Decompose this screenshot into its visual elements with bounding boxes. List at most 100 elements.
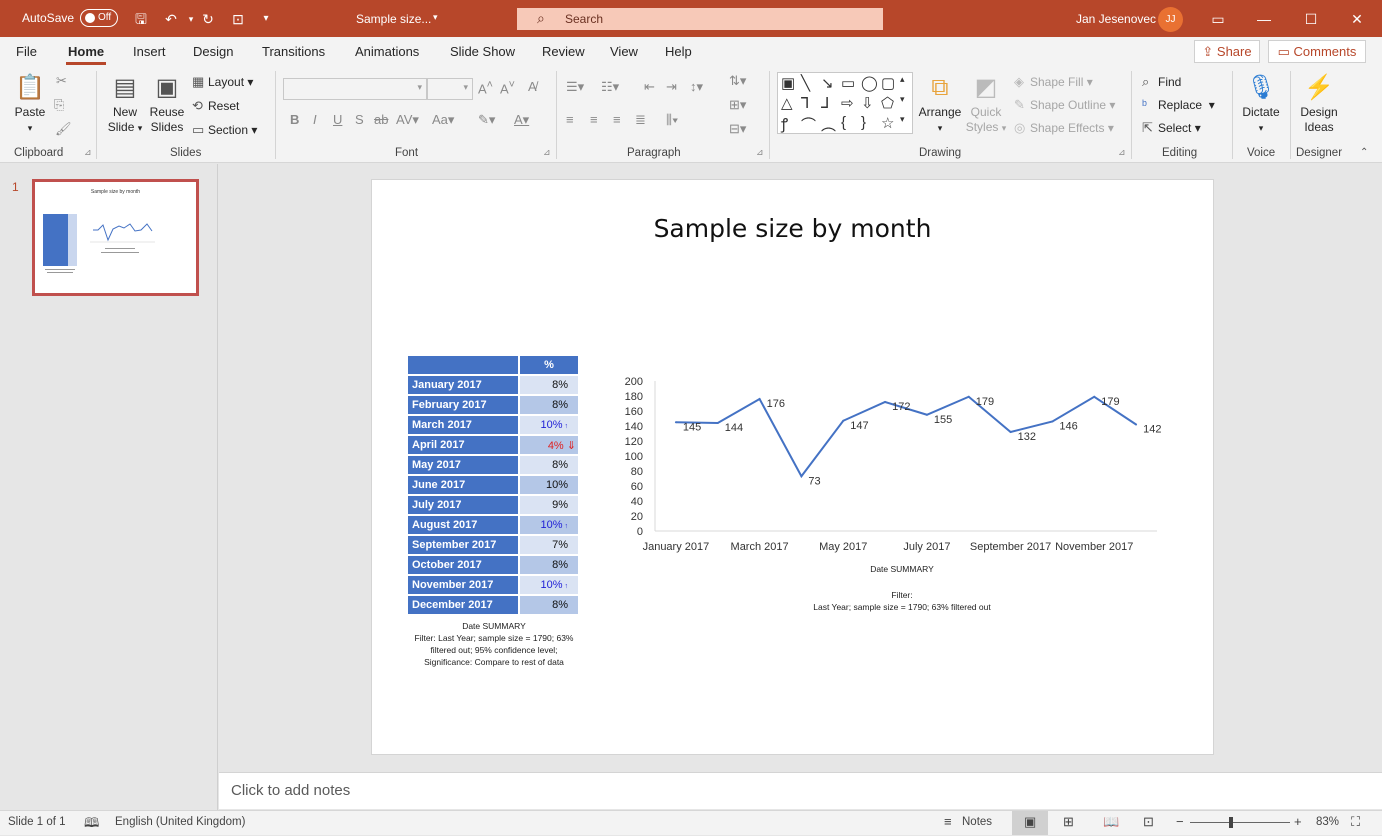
shapes-gallery[interactable]: ▣ ╲ ↘ ▭ ◯ ▢ △ ⅂ ⅃ ⇨ ⇩ ⬠ ꝭ ⌒ ︵ { } ☆ ▴ ▾ …: [777, 72, 913, 134]
spelling-icon[interactable]: 🕮: [84, 814, 99, 836]
summary-table[interactable]: % January 2017 8% February 2017 8% March 201…: [408, 354, 578, 616]
reuse-slides-button[interactable]: ▣ Reuse Slides: [148, 73, 186, 135]
gallery-up-icon[interactable]: ▴: [900, 74, 905, 85]
paragraph-launcher-icon[interactable]: ⊿: [756, 147, 764, 158]
decrease-font-icon[interactable]: A˅: [500, 79, 515, 96]
gallery-more-icon[interactable]: ▾: [900, 114, 905, 125]
save-icon[interactable]: 🖫: [131, 9, 151, 29]
cut-icon[interactable]: ✂: [56, 73, 67, 89]
brace-left-shape-icon[interactable]: {: [841, 114, 846, 131]
replace-button[interactable]: ᵇ Replace ▾: [1142, 97, 1215, 112]
undo-icon[interactable]: ↶: [161, 9, 181, 29]
tab-home[interactable]: Home: [68, 44, 104, 59]
tab-transitions[interactable]: Transitions: [262, 44, 325, 59]
smartart-icon[interactable]: ⊟▾: [729, 121, 746, 137]
brace-right-shape-icon[interactable]: }: [861, 114, 866, 131]
arrow-line-shape-icon[interactable]: ↘: [821, 74, 834, 92]
justify-icon[interactable]: ≣: [635, 112, 646, 128]
right-arrow-shape-icon[interactable]: ⇨: [841, 94, 854, 112]
rectangle-shape-icon[interactable]: ▭: [841, 74, 855, 92]
shape-effects-button[interactable]: ◎ Shape Effects ▾: [1014, 120, 1114, 136]
font-name-combo[interactable]: ▾: [283, 78, 427, 100]
drawing-launcher-icon[interactable]: ⊿: [1118, 147, 1126, 158]
tab-slide-show[interactable]: Slide Show: [450, 44, 515, 59]
layout-button[interactable]: ▦ Layout ▾: [192, 74, 253, 90]
maximize-icon[interactable]: ☐: [1300, 8, 1322, 30]
align-right-icon[interactable]: ≡: [613, 112, 621, 127]
reading-view-icon[interactable]: 📖: [1103, 814, 1119, 830]
comments-button[interactable]: ▭ Comments: [1268, 40, 1366, 63]
align-text-icon[interactable]: ⊞▾: [729, 97, 746, 113]
connector-shape-icon[interactable]: ⅂: [801, 94, 809, 112]
reset-button[interactable]: ⟲ Reset: [192, 98, 239, 114]
tab-insert[interactable]: Insert: [133, 44, 166, 59]
slideshow-icon[interactable]: ⊡: [1143, 814, 1154, 830]
numbering-icon[interactable]: ☷▾: [601, 79, 619, 95]
close-icon[interactable]: ✕: [1346, 8, 1368, 30]
columns-icon[interactable]: ⫼▾: [666, 112, 678, 128]
copy-icon[interactable]: ⎘: [54, 97, 64, 113]
dictate-button[interactable]: 🎙 Dictate ▾: [1238, 73, 1284, 136]
curve-shape-icon[interactable]: ⌒: [801, 114, 816, 135]
tab-review[interactable]: Review: [542, 44, 585, 59]
ribbon-display-icon[interactable]: ▭: [1207, 8, 1229, 30]
tab-view[interactable]: View: [610, 44, 638, 59]
rounded-rect-shape-icon[interactable]: ▢: [881, 74, 895, 92]
underline-icon[interactable]: U: [333, 112, 342, 127]
align-left-icon[interactable]: ≡: [566, 112, 574, 127]
autosave-toggle[interactable]: Off: [80, 9, 118, 27]
tab-help[interactable]: Help: [665, 44, 692, 59]
clipboard-launcher-icon[interactable]: ⊿: [84, 147, 92, 158]
italic-icon[interactable]: I: [313, 112, 317, 127]
scribble-shape-icon[interactable]: ꝭ: [781, 114, 788, 134]
notes-pane[interactable]: Click to add notes: [219, 772, 1382, 809]
freeform-shape-icon[interactable]: ⬠: [881, 94, 894, 112]
arrange-button[interactable]: ⧉ Arrange ▾: [916, 73, 964, 136]
minimize-icon[interactable]: —: [1253, 8, 1275, 30]
highlight-icon[interactable]: ✎▾: [478, 112, 495, 128]
section-button[interactable]: ▭ Section ▾: [192, 122, 257, 138]
notes-icon[interactable]: ≡: [944, 814, 952, 829]
shape-outline-button[interactable]: ✎ Shape Outline ▾: [1014, 97, 1115, 113]
decrease-indent-icon[interactable]: ⇤: [644, 79, 655, 95]
shape-fill-button[interactable]: ◈ Shape Fill ▾: [1014, 74, 1093, 90]
format-painter-icon[interactable]: 🖌: [55, 121, 72, 137]
new-slide-button[interactable]: ▤ New Slide ▾: [104, 73, 146, 136]
down-arrow-shape-icon[interactable]: ⇩: [861, 94, 874, 112]
select-button[interactable]: ⇱ Select ▾: [1142, 120, 1201, 136]
bold-icon[interactable]: B: [290, 112, 299, 127]
tab-animations[interactable]: Animations: [355, 44, 419, 59]
clear-formatting-icon[interactable]: A̸: [528, 79, 537, 94]
slide-thumbnail[interactable]: Sample size by month: [32, 179, 199, 296]
slide-sorter-icon[interactable]: ⊞: [1063, 814, 1074, 830]
title-chevron-icon[interactable]: ▾: [433, 12, 438, 23]
document-title[interactable]: Sample size...: [356, 12, 431, 26]
fit-slide-icon[interactable]: ⛶: [1351, 814, 1360, 830]
zoom-slider-track[interactable]: [1190, 822, 1290, 823]
align-center-icon[interactable]: ≡: [590, 112, 598, 127]
slide-title[interactable]: Sample size by month: [372, 214, 1213, 243]
collapse-ribbon-icon[interactable]: ⌃: [1360, 147, 1368, 158]
font-color-icon[interactable]: A▾: [514, 112, 529, 128]
triangle-shape-icon[interactable]: △: [781, 94, 793, 112]
customize-qat-icon[interactable]: ▾: [256, 9, 276, 29]
zoom-in-icon[interactable]: +: [1294, 814, 1302, 829]
avatar[interactable]: JJ: [1158, 7, 1183, 32]
textbox-shape-icon[interactable]: ▣: [781, 74, 795, 92]
user-name[interactable]: Jan Jesenovec: [1076, 12, 1156, 26]
increase-indent-icon[interactable]: ⇥: [666, 79, 677, 95]
elbow-shape-icon[interactable]: ⅃: [821, 94, 829, 112]
zoom-out-icon[interactable]: −: [1176, 814, 1184, 829]
slide-canvas[interactable]: Sample size by month % January 2017 8% Feb…: [371, 179, 1214, 755]
design-ideas-button[interactable]: ⚡ Design Ideas: [1296, 73, 1342, 135]
quick-styles-button[interactable]: ◩ Quick Styles ▾: [964, 73, 1008, 136]
bullets-icon[interactable]: ☰▾: [566, 79, 584, 95]
presentation-icon[interactable]: ⊡: [228, 9, 248, 29]
share-button[interactable]: ⇪ Share: [1194, 40, 1260, 63]
text-direction-icon[interactable]: ⇅▾: [729, 73, 746, 89]
character-spacing-icon[interactable]: AV▾: [396, 112, 419, 128]
shadow-icon[interactable]: S: [355, 112, 364, 127]
tab-design[interactable]: Design: [193, 44, 233, 59]
strikethrough-icon[interactable]: ab: [374, 112, 388, 127]
star-shape-icon[interactable]: ☆: [881, 114, 894, 132]
